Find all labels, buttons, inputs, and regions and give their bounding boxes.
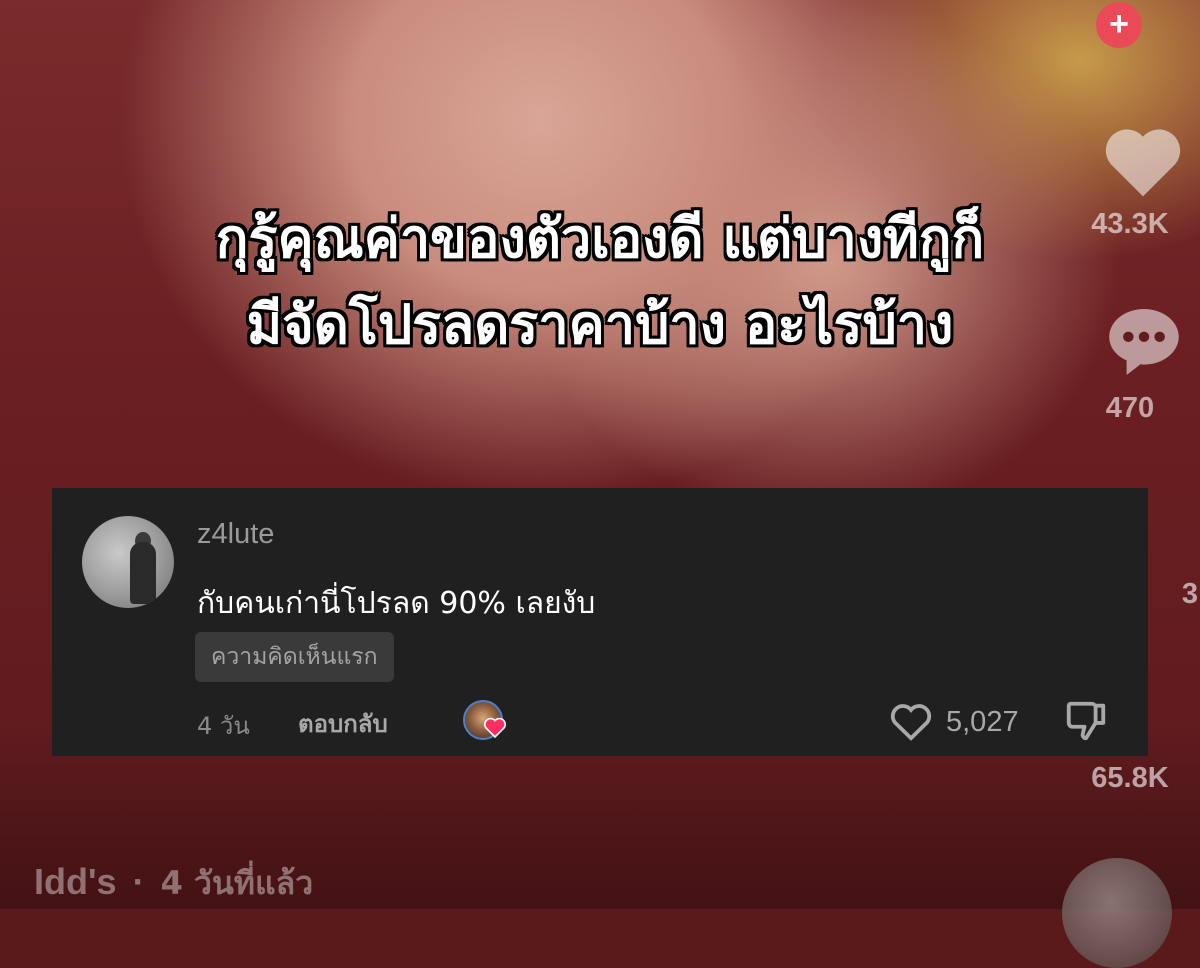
caption-line-1: กุรู้คุณค่าของตัวเองดี แต่บางทีกูก็ bbox=[215, 207, 985, 270]
liked-heart-icon bbox=[484, 717, 506, 738]
thumbs-down-icon bbox=[1066, 701, 1106, 741]
like-video-button[interactable] bbox=[1060, 120, 1200, 204]
comments-button[interactable] bbox=[1060, 302, 1200, 386]
dislike-button[interactable] bbox=[1063, 698, 1109, 748]
follow-plus-button[interactable]: + bbox=[1096, 2, 1142, 48]
comment-count: 470 bbox=[1105, 392, 1155, 424]
comment-body: กับคนเก่านี่โปรลด 90% เลยงับ bbox=[197, 586, 596, 621]
comment-time: 4 วัน bbox=[197, 712, 250, 740]
heart-icon bbox=[1105, 129, 1181, 197]
caption-line-2: มีจัดโปรลดราคาบ้าง อะไรบ้าง bbox=[246, 293, 954, 356]
reply-button[interactable]: ตอบกลับ bbox=[298, 704, 388, 743]
avatar-figure bbox=[130, 542, 156, 604]
comment-bubble-icon bbox=[1109, 308, 1179, 376]
comment-like-count: 5,027 bbox=[946, 706, 1019, 738]
pinned-comment-card: z4lute กับคนเก่านี่โปรลด 90% เลยงับ ความ… bbox=[52, 488, 1148, 756]
post-meta: Idd's · 4 วันที่แล้ว bbox=[34, 858, 313, 909]
heart-outline-icon bbox=[890, 704, 932, 741]
action-rail: + 43.3K 470 3 65.8K bbox=[1060, 0, 1200, 909]
video-frame[interactable] bbox=[0, 0, 1200, 909]
sound-disc-avatar[interactable] bbox=[1062, 858, 1172, 968]
post-time: 4 วันที่แล้ว bbox=[160, 864, 314, 902]
first-comment-badge: ความคิดเห็นแรก bbox=[195, 632, 394, 682]
partial-count: 3 bbox=[1181, 578, 1199, 610]
like-video-count: 43.3K bbox=[1091, 208, 1169, 240]
commenter-username[interactable]: z4lute bbox=[197, 518, 274, 551]
author-name[interactable]: Idd's bbox=[34, 861, 117, 902]
video-caption: กุรู้คุณค่าของตัวเองดี แต่บางทีกูก็ มีจั… bbox=[0, 196, 1200, 368]
creator-liked-indicator bbox=[463, 700, 511, 744]
commenter-avatar[interactable] bbox=[82, 516, 174, 608]
plus-icon: + bbox=[1109, 5, 1129, 43]
share-count: 65.8K bbox=[1091, 762, 1169, 794]
meta-separator: · bbox=[132, 861, 145, 902]
